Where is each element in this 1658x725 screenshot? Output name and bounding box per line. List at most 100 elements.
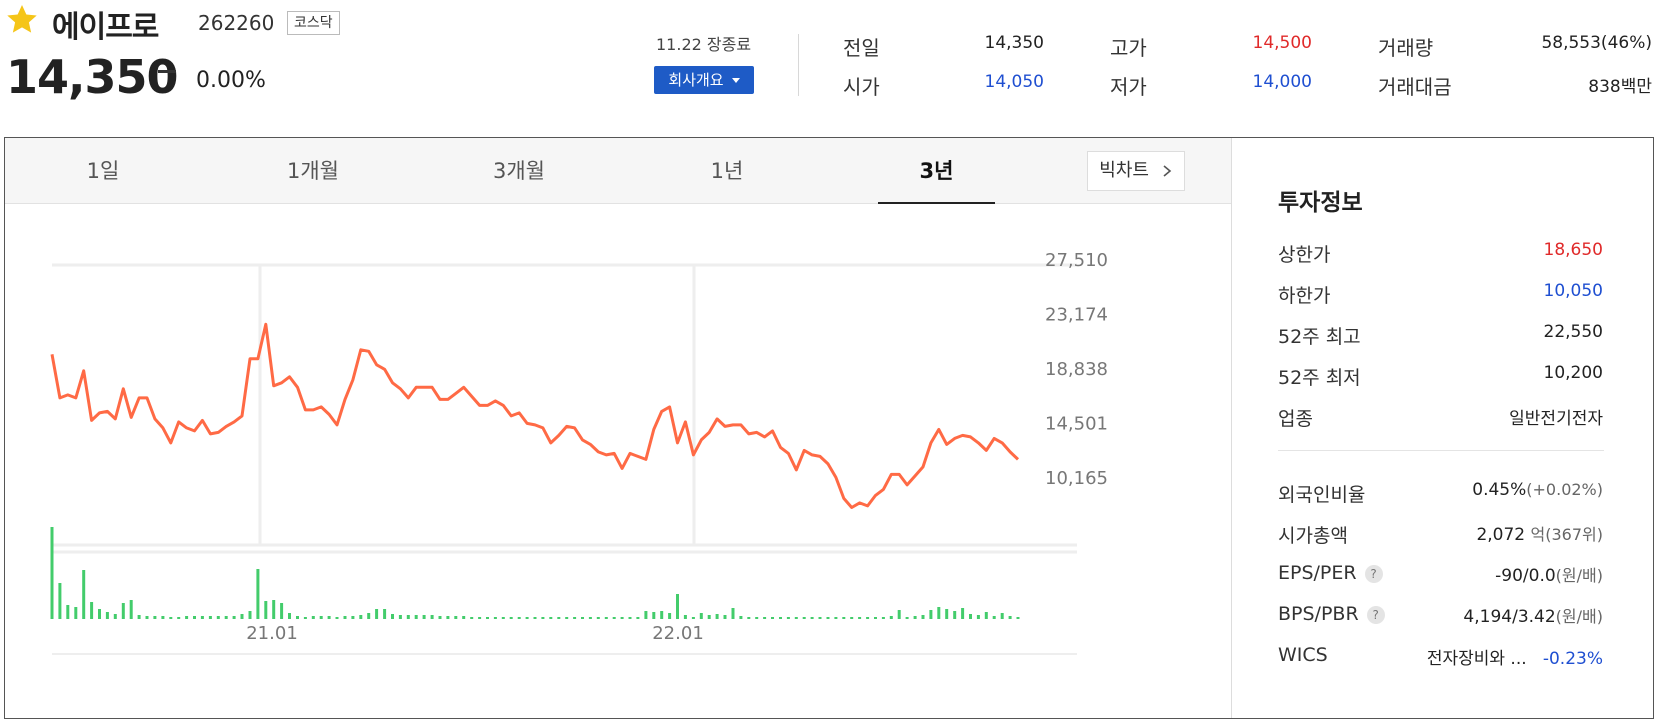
tab-1year[interactable]: 1년 — [629, 138, 825, 203]
volume-bar — [818, 617, 822, 619]
volume-bar — [945, 609, 949, 619]
volume-bar — [430, 615, 434, 619]
volume-bar — [874, 617, 877, 619]
bigchart-button[interactable]: 빅차트 — [1087, 151, 1185, 191]
volume-bar — [343, 616, 347, 619]
volume-bar — [786, 617, 790, 619]
volume-bar — [375, 609, 379, 619]
volume-bar — [113, 614, 117, 619]
volume-bar — [565, 617, 569, 619]
volume-bar — [414, 615, 418, 619]
wics-sector[interactable]: 전자장비와 ... — [1427, 649, 1527, 669]
volume-bar — [937, 607, 941, 619]
volume-bar — [454, 616, 458, 619]
volume-bar — [826, 617, 830, 619]
low-value: 14,000 — [1252, 72, 1312, 92]
help-icon[interactable]: ? — [1364, 564, 1383, 583]
eps-per-label: EPS/PER? — [1278, 562, 1383, 584]
volume-bar — [620, 617, 624, 619]
volume-bar — [185, 616, 189, 619]
open-value: 14,050 — [984, 72, 1044, 92]
help-icon[interactable]: ? — [1366, 605, 1385, 624]
volume-bar — [929, 610, 933, 619]
volume-bar — [596, 617, 600, 619]
market-cap-value: 2,072 억(367위) — [1400, 521, 1603, 545]
volume-bar — [169, 617, 173, 619]
volume-bar — [406, 615, 410, 619]
volume-bar — [652, 612, 656, 619]
tab-3month[interactable]: 3개월 — [421, 138, 617, 203]
volume-bar — [1008, 616, 1012, 619]
volume-bar — [731, 608, 735, 619]
volume-bar — [913, 616, 917, 619]
volume-bar — [486, 617, 489, 619]
upper-limit-label: 상한가 — [1278, 244, 1331, 266]
volume-bar — [636, 617, 640, 619]
wics-value: 전자장비와 ... -0.23% — [1380, 644, 1603, 669]
volume-bar — [121, 603, 125, 619]
volume-bar — [842, 617, 846, 619]
foreign-ratio-label: 외국인비율 — [1278, 484, 1366, 506]
volume-bar — [581, 617, 584, 619]
price-chart[interactable]: 27,510 23,174 18,838 14,501 10,165 21.01 22.0… — [40, 250, 1120, 690]
volume-bar — [327, 616, 331, 619]
market-cap-rank: 억(367위) — [1530, 525, 1603, 544]
week52-low-label: 52주 최저 — [1278, 367, 1361, 389]
tab-1month[interactable]: 1개월 — [215, 138, 411, 203]
y-tick-label: 10,165 — [1045, 468, 1108, 489]
volume-bar — [992, 616, 996, 619]
volume-bar — [889, 616, 893, 619]
foreign-ratio-change: (+0.02%) — [1526, 480, 1603, 499]
eps-per-text: EPS/PER — [1278, 562, 1357, 584]
volume-bar — [240, 614, 244, 619]
volume-bar — [470, 617, 474, 619]
foreign-ratio-value: 0.45%(+0.02%) — [1400, 480, 1603, 500]
stock-code: 262260 — [198, 11, 275, 35]
volume-bar — [866, 617, 870, 619]
volume-bar — [1000, 613, 1004, 619]
volume-bar — [200, 616, 204, 619]
volume-bar — [763, 617, 767, 619]
volume-bar — [810, 617, 814, 619]
volume-bar — [288, 613, 291, 619]
volume-bar — [335, 617, 339, 619]
volume-bar — [573, 617, 577, 619]
volume-bar — [232, 616, 236, 619]
volume-bar — [834, 617, 838, 619]
volume-bar — [683, 615, 687, 619]
bps-pbr-number: 4,194/3.42 — [1463, 607, 1556, 627]
company-overview-button[interactable]: 회사개요 — [654, 66, 754, 94]
volume-bar — [501, 617, 505, 619]
volume-bar — [216, 616, 220, 619]
period-tabs: 1일 1개월 3개월 1년 3년 — [5, 138, 1231, 204]
favorite-star-icon[interactable] — [4, 2, 40, 38]
price-series-line — [50, 322, 1020, 509]
volume-bar — [58, 583, 62, 619]
investment-info-title: 투자정보 — [1278, 190, 1363, 216]
volume-bar — [541, 617, 545, 619]
market-cap-label: 시가총액 — [1278, 525, 1348, 547]
industry-value[interactable]: 일반전기전자 — [1400, 404, 1603, 429]
y-tick-label: 27,510 — [1045, 250, 1108, 271]
upper-limit-value: 18,650 — [1543, 240, 1603, 260]
foreign-ratio-number: 0.45% — [1472, 480, 1527, 500]
volume-bar — [319, 616, 323, 619]
market-badge: 코스닥 — [287, 11, 340, 35]
volume-bar — [644, 611, 648, 619]
panel-divider — [1231, 138, 1232, 718]
tab-1day[interactable]: 1일 — [5, 138, 201, 203]
volume-bar — [129, 600, 133, 619]
volume-bar — [208, 616, 212, 619]
volume-bar — [723, 615, 727, 619]
header-divider — [798, 34, 799, 96]
high-label: 고가 — [1110, 36, 1147, 60]
wics-change: -0.23% — [1542, 649, 1603, 669]
volume-bar — [398, 615, 402, 619]
volume-bar — [311, 616, 315, 619]
volume-bar — [771, 617, 774, 619]
no-change-icon — [158, 70, 176, 73]
low-label: 저가 — [1110, 75, 1147, 99]
volume-bar — [1016, 617, 1020, 619]
volume-bar — [668, 613, 672, 619]
tab-3year[interactable]: 3년 — [878, 138, 995, 203]
